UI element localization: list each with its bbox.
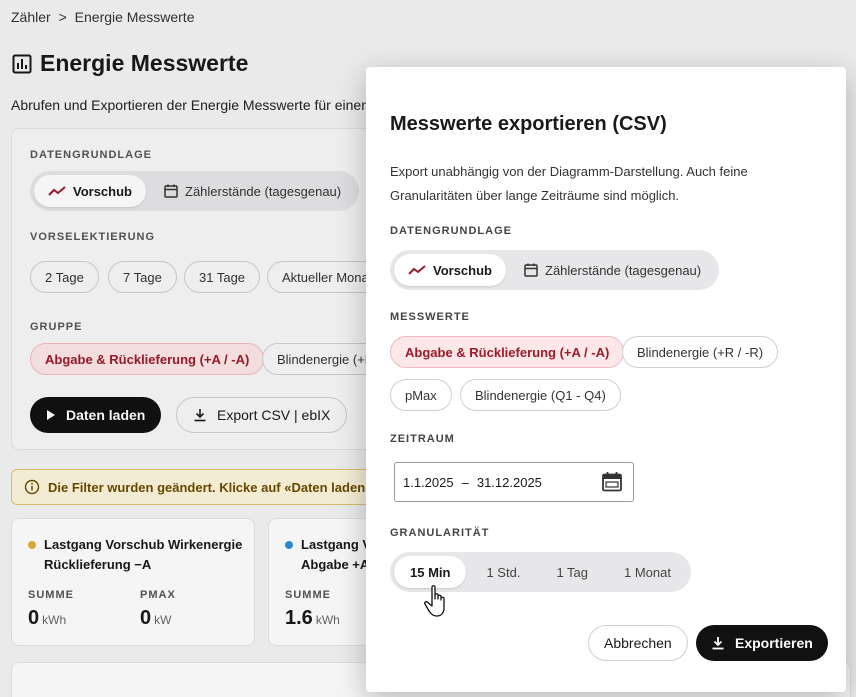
messwerte-blindenergie-q[interactable]: Blindenergie (Q1 - Q4) bbox=[460, 379, 621, 411]
dialog-datengrundlage-zaehlerstaende[interactable]: Zählerstände (tagesgenau) bbox=[510, 254, 715, 286]
exportieren-label: Exportieren bbox=[735, 635, 813, 651]
zeitraum-date-range-input[interactable]: 1.1.2025 – 31.12.2025 bbox=[394, 462, 634, 502]
download-icon bbox=[712, 637, 724, 650]
messwerte-abgabe-ruecklieferung[interactable]: Abgabe & Rücklieferung (+A / -A) bbox=[390, 336, 625, 368]
dialog-datengrundlage-label: DATENGRUNDLAGE bbox=[390, 225, 512, 237]
granularitaet-1-std[interactable]: 1 Std. bbox=[470, 556, 536, 588]
date-from: 1.1.2025 bbox=[403, 474, 454, 490]
calendar-icon bbox=[524, 263, 538, 277]
date-to: 31.12.2025 bbox=[476, 474, 542, 490]
dialog-title: Messwerte exportieren (CSV) bbox=[390, 113, 667, 135]
dialog-datengrundlage-toggle: Vorschub Zählerstände (tagesgenau) bbox=[390, 250, 720, 290]
granularitaet-label: GRANULARITÄT bbox=[390, 527, 490, 539]
messwerte-label: MESSWERTE bbox=[390, 311, 470, 323]
dialog-datengrundlage-vorschub[interactable]: Vorschub bbox=[394, 254, 506, 286]
exportieren-button[interactable]: Exportieren bbox=[696, 625, 828, 661]
messwerte-blindenergie-r[interactable]: Blindenergie (+R / -R) bbox=[622, 336, 779, 368]
trend-line-icon bbox=[408, 265, 426, 275]
messwerte-pmax[interactable]: pMax bbox=[390, 379, 452, 411]
zeitraum-label: ZEITRAUM bbox=[390, 433, 455, 445]
granularitaet-1-tag[interactable]: 1 Tag bbox=[540, 556, 604, 588]
calendar-icon[interactable] bbox=[601, 471, 623, 493]
dialog-zaehlerstaende-label: Zählerstände (tagesgenau) bbox=[545, 262, 702, 278]
granularitaet-1-monat[interactable]: 1 Monat bbox=[608, 556, 687, 588]
dialog-vorschub-label: Vorschub bbox=[433, 262, 492, 278]
dialog-description: Export unabhängig von der Diagramm-Darst… bbox=[390, 164, 748, 203]
abbrechen-button[interactable]: Abbrechen bbox=[588, 625, 688, 661]
hand-cursor-icon bbox=[424, 585, 445, 617]
date-separator: – bbox=[461, 474, 469, 490]
